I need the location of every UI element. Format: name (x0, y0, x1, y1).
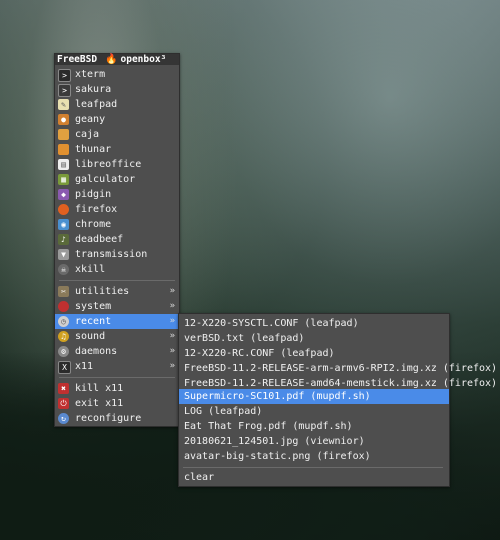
menu-item-libreoffice[interactable]: ▤ libreoffice (55, 157, 179, 172)
menu-item-label: caja (75, 129, 100, 140)
flame-icon: 🔥 (105, 54, 118, 65)
menu-item-caja[interactable]: caja (55, 127, 179, 142)
sound-icon: ♫ (58, 331, 69, 342)
recent-clear-button[interactable]: clear (179, 470, 449, 485)
menu-item-label: recent (75, 316, 112, 327)
submenu-recent[interactable]: ◷ recent » (55, 314, 179, 329)
menu-title-right: openbox³ (120, 54, 167, 65)
clock-icon: ◷ (58, 316, 69, 327)
menu-item-firefox[interactable]: firefox (55, 202, 179, 217)
chrome-icon: ◉ (58, 219, 69, 230)
menu-title: FreeBSD 🔥 openbox³ (55, 54, 179, 65)
submenu-arrow-icon: » (169, 331, 175, 341)
recent-submenu: 12-X220-SYSCTL.CONF (leafpad) verBSD.txt… (178, 313, 497, 487)
menu-item-label: deadbeef (75, 234, 124, 245)
menu-separator (59, 377, 175, 378)
submenu-sound[interactable]: ♫ sound » (55, 329, 179, 344)
x11-icon: X (58, 361, 71, 374)
menu-item-label: geany (75, 114, 106, 125)
menu-item-leafpad[interactable]: ✎ leafpad (55, 97, 179, 112)
kill-icon: ✖ (58, 383, 69, 394)
terminal-icon: > (58, 84, 71, 97)
recent-item[interactable]: FreeBSD-11.2-RELEASE-arm-armv6-RPI2.img.… (179, 361, 497, 376)
menu-item-deadbeef[interactable]: ♪ deadbeef (55, 232, 179, 247)
menu-item-pidgin[interactable]: ◆ pidgin (55, 187, 179, 202)
recent-item[interactable]: avatar-big-static.png (firefox) (179, 449, 449, 464)
folder-icon (58, 144, 69, 155)
menu-item-kill-x11[interactable]: ✖ kill x11 (55, 381, 179, 396)
menu-item-label: daemons (75, 346, 118, 357)
transmission-icon: ▼ (58, 249, 69, 260)
recent-item[interactable]: 12-X220-RC.CONF (leafpad) (179, 346, 449, 361)
submenu-arrow-icon: » (169, 316, 175, 326)
menu-item-label: kill x11 (75, 383, 124, 394)
menu-item-sakura[interactable]: > sakura (55, 82, 179, 97)
exit-icon: ⏻ (58, 398, 69, 409)
recent-item[interactable]: LOG (leafpad) (179, 404, 449, 419)
menu-item-label: libreoffice (75, 159, 142, 170)
notepad-icon: ✎ (58, 99, 69, 110)
calculator-icon: ▦ (58, 174, 69, 185)
menu-item-label: transmission (75, 249, 148, 260)
menu-separator (59, 280, 175, 281)
submenu-arrow-icon: » (169, 346, 175, 356)
menu-item-label: reconfigure (75, 413, 142, 424)
recent-item[interactable]: 20180621_124501.jpg (viewnior) (179, 434, 449, 449)
menu-item-geany[interactable]: ● geany (55, 112, 179, 127)
menu-item-galculator[interactable]: ▦ galculator (55, 172, 179, 187)
menu-item-transmission[interactable]: ▼ transmission (55, 247, 179, 262)
submenu-daemons[interactable]: ⚙ daemons » (55, 344, 179, 359)
skull-icon: ☠ (58, 264, 69, 275)
menu-item-label: thunar (75, 144, 112, 155)
gear-icon: ⚙ (58, 346, 69, 357)
menu-separator (183, 467, 443, 468)
menu-item-label: galculator (75, 174, 136, 185)
system-icon (58, 301, 69, 312)
menu-item-chrome[interactable]: ◉ chrome (55, 217, 179, 232)
tools-icon: ✂ (58, 286, 69, 297)
submenu-x11[interactable]: X x11 » (55, 359, 179, 374)
recent-item[interactable]: 12-X220-SYSCTL.CONF (leafpad) (179, 316, 449, 331)
menu-item-thunar[interactable]: thunar (55, 142, 179, 157)
menu-item-xterm[interactable]: > xterm (55, 67, 179, 82)
menu-item-label: sound (75, 331, 106, 342)
menu-item-reconfigure[interactable]: ↻ reconfigure (55, 411, 179, 426)
reconfigure-icon: ↻ (58, 413, 69, 424)
menu-item-exit-x11[interactable]: ⏻ exit x11 (55, 396, 179, 411)
menu-item-label: firefox (75, 204, 118, 215)
menu-item-label: pidgin (75, 189, 112, 200)
menu-item-label: x11 (75, 361, 94, 372)
music-player-icon: ♪ (58, 234, 69, 245)
submenu-utilities[interactable]: ✂ utilities » (55, 284, 179, 299)
menu-item-label: xterm (75, 69, 106, 80)
terminal-icon: > (58, 69, 71, 82)
recent-item[interactable]: Eat That Frog.pdf (mupdf.sh) (179, 419, 449, 434)
recent-item-selected[interactable]: Supermicro-SC101.pdf (mupdf.sh) (179, 389, 449, 404)
document-icon: ▤ (58, 159, 69, 170)
pidgin-icon: ◆ (58, 189, 69, 200)
submenu-system[interactable]: system » (55, 299, 179, 314)
firefox-icon (58, 204, 69, 215)
submenu-arrow-icon: » (169, 361, 175, 371)
menu-title-left: FreeBSD (57, 54, 98, 65)
menu-item-label: utilities (75, 286, 130, 297)
menu-item-label: system (75, 301, 112, 312)
submenu-arrow-icon: » (169, 286, 175, 296)
menu-item-label: sakura (75, 84, 112, 95)
folder-icon (58, 129, 69, 140)
recent-item[interactable]: verBSD.txt (leafpad) (179, 331, 449, 346)
menu-item-xkill[interactable]: ☠ xkill (55, 262, 179, 277)
submenu-arrow-icon: » (169, 301, 175, 311)
root-menu: FreeBSD 🔥 openbox³ > xterm > sakura ✎ le… (54, 53, 180, 427)
menu-item-label: exit x11 (75, 398, 124, 409)
geany-icon: ● (58, 114, 69, 125)
menu-item-label: leafpad (75, 99, 118, 110)
menu-item-label: xkill (75, 264, 106, 275)
menu-item-label: chrome (75, 219, 112, 230)
